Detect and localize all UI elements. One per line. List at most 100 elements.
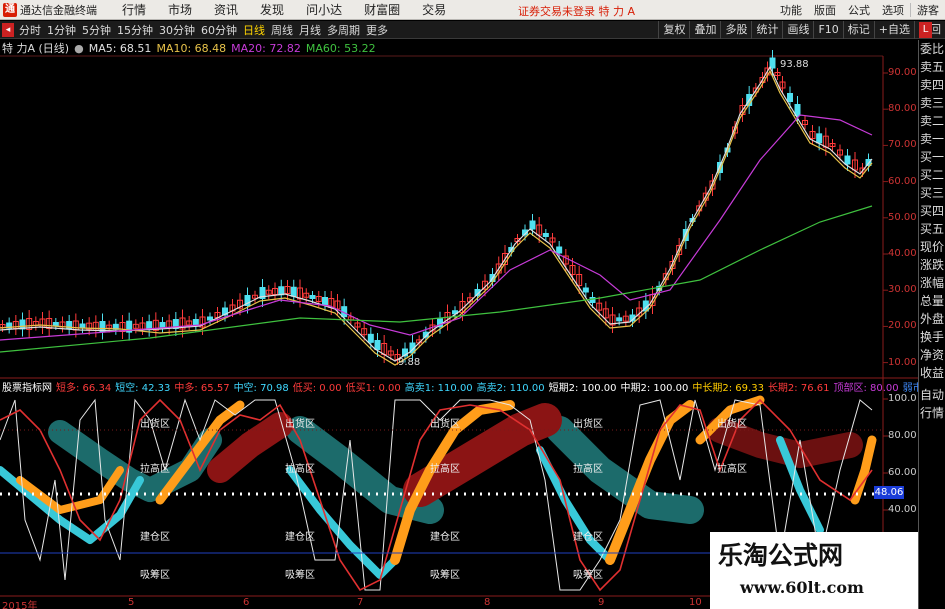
date-tick: 2015年 (2, 601, 38, 609)
candle-body (52, 322, 59, 326)
zone-label-pull: 拉高区 (140, 464, 170, 475)
indicator-tick: 40.00 (888, 504, 917, 515)
zone-label-absorb: 吸筹区 (285, 570, 315, 581)
panel-mode-label[interactable]: 行情 (919, 404, 945, 422)
watermark: 乐淘公式网 www.60lt.com (710, 532, 918, 609)
price-tick: 50.00 (888, 211, 917, 223)
indicator-label: 短期2: 100.00 (548, 383, 617, 394)
indicator-label: 长期2: 76.61 (767, 383, 830, 394)
candle-body (207, 316, 213, 321)
quote-field-label: 买二 (919, 168, 944, 182)
indicator-label: 中空: 70.98 (233, 383, 289, 394)
zone-label-build: 建仓区 (140, 532, 170, 543)
quote-field-label: 外盘 (919, 312, 944, 326)
zone-label-pull: 拉高区 (717, 464, 747, 475)
candle-body (309, 295, 316, 299)
candle-body (787, 93, 793, 102)
indicator-label: 短多: 66.34 (56, 383, 112, 394)
candle-body (278, 286, 285, 296)
indicator-value-badge: 48.06 (874, 486, 904, 499)
quote-field-label: 换手 (919, 330, 944, 344)
candle-body (616, 317, 623, 322)
candle-body (367, 333, 374, 343)
indicator-legend: 股票指标网 短多: 66.34 短空: 42.33 中多: 65.57 中空: 70.9… (2, 380, 937, 394)
quote-field-label: 买四 (919, 204, 944, 218)
candle-body (79, 323, 86, 329)
zone-label-absorb: 吸筹区 (140, 570, 170, 581)
indicator-tick: 80.00 (888, 430, 917, 441)
quote-field-label: 买一 (919, 150, 944, 164)
date-tick: 6 (243, 597, 250, 608)
watermark-title: 乐淘公式网 (718, 541, 844, 570)
date-tick: 10 (689, 597, 702, 608)
price-tick: 10.00 (888, 356, 917, 368)
high-price-label: 93.88 (780, 59, 809, 70)
indicator-tick: 60.00 (888, 467, 917, 478)
zone-label-build: 建仓区 (573, 532, 603, 543)
quote-field-label: 收益 (919, 366, 944, 380)
quote-field-label: 卖四 (919, 78, 944, 92)
zone-label-build: 建仓区 (285, 532, 315, 543)
quote-field-label: 买三 (919, 186, 944, 200)
indicator-label: 短空: 42.33 (115, 383, 171, 394)
zone-label-sell: 出货区 (140, 419, 170, 430)
date-tick: 7 (357, 597, 364, 608)
candle-body (374, 340, 381, 350)
date-tick: 8 (484, 597, 491, 608)
indicator-tick: 100.0 (888, 393, 917, 404)
quote-field-label: 卖五 (919, 60, 944, 74)
price-tick: 70.00 (888, 139, 917, 151)
candle-body (794, 104, 801, 116)
indicator-label: 中多: 65.57 (174, 383, 230, 394)
zone-label-sell: 出货区 (285, 419, 315, 430)
indicator-label: 高卖2: 110.00 (476, 383, 545, 394)
quote-field-label: 卖三 (919, 96, 944, 110)
indicator-label: 股票指标网 (2, 383, 52, 394)
quote-field-label: 买五 (919, 222, 944, 236)
stock-software-window: { "app": {"name": "通达信金融终端", "logo_char"… (0, 0, 945, 609)
indicator-label: 中期2: 100.00 (620, 383, 689, 394)
indicator-label: 低买1: 0.00 (345, 383, 401, 394)
zone-label-sell: 出货区 (430, 419, 460, 430)
candle-body (322, 297, 328, 305)
zone-label-pull: 拉高区 (285, 464, 315, 475)
quote-field-label: 涨跌 (919, 258, 944, 272)
panel-mode-label[interactable]: 自动 (919, 386, 945, 404)
candle-body (556, 246, 563, 254)
date-tick: 5 (128, 597, 135, 608)
panel-toggle[interactable]: L (919, 22, 932, 38)
indicator-label: 顶部区: 80.00 (833, 383, 899, 394)
candle-body (159, 322, 166, 328)
quote-field-label: 卖二 (919, 114, 944, 128)
zone-label-pull: 拉高区 (573, 464, 603, 475)
watermark-url: www.60lt.com (740, 578, 864, 597)
zone-label-build: 建仓区 (430, 532, 460, 543)
ma5-line (0, 65, 873, 362)
quote-field-label: 净资 (919, 348, 944, 362)
kline-chart[interactable] (0, 0, 918, 609)
candle-body (529, 220, 536, 230)
quote-field-label: 涨幅 (919, 276, 944, 290)
mid-long-band (207, 412, 293, 483)
quote-panel: 委比 卖五 卖四 卖三 卖二 卖一 买一 买二 买三 买四 买五 现价 涨跌 涨幅 总量 外盘 换手 净资 收益 自动… (918, 40, 945, 609)
quote-field-label: 委比 (919, 42, 944, 56)
candle-body (816, 133, 823, 144)
quote-field-label: 卖一 (919, 132, 944, 146)
price-tick: 40.00 (888, 248, 917, 259)
candle-body (582, 287, 589, 293)
indicator-label: 低买: 0.00 (292, 383, 342, 394)
ma20-line (0, 114, 873, 341)
indicator-label: 高卖1: 110.00 (404, 383, 473, 394)
price-tick: 80.00 (888, 103, 917, 115)
zone-label-sell: 出货区 (573, 419, 603, 430)
quote-field-label: 现价 (919, 240, 944, 254)
zone-label-absorb: 吸筹区 (430, 570, 460, 581)
candle-body (844, 155, 851, 165)
price-tick: 90.00 (888, 67, 917, 78)
candle-body (290, 286, 297, 297)
price-tick: 60.00 (888, 175, 917, 187)
price-tick: 20.00 (888, 320, 917, 332)
candle-body (542, 233, 549, 237)
indicator-label: 中长期2: 69.33 (692, 383, 764, 394)
candle-body (769, 57, 776, 69)
